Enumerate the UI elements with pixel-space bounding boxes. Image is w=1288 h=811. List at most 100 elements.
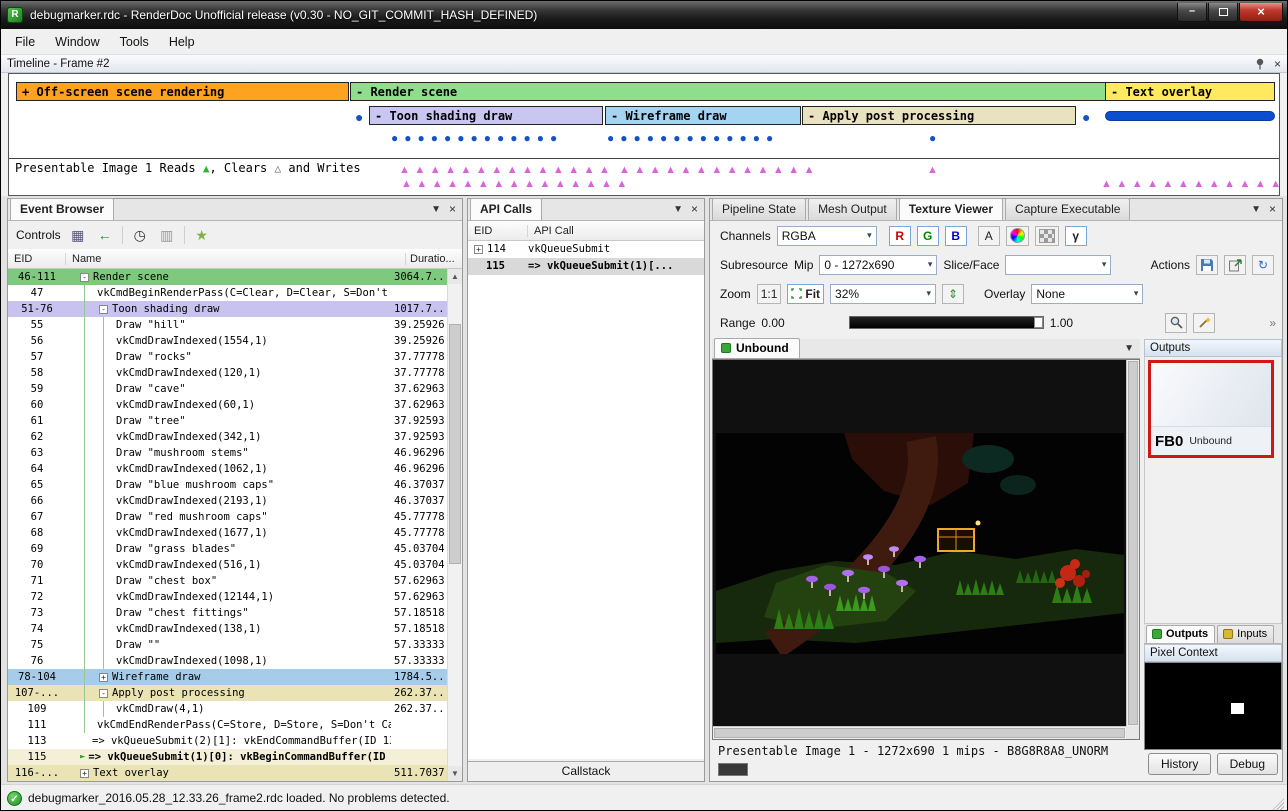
tab-outputs[interactable]: Outputs — [1146, 625, 1215, 643]
tab-mesh-output[interactable]: Mesh Output — [808, 198, 897, 220]
event-browser-scrollbar[interactable]: ▲ ▼ — [447, 269, 462, 781]
timeline-close-icon[interactable]: × — [1274, 57, 1281, 71]
event-row[interactable]: 115►=> vkQueueSubmit(1)[0]: vkBeginComma… — [8, 749, 447, 765]
texture-viewport[interactable] — [712, 359, 1140, 740]
event-row[interactable]: 76vkCmdDrawIndexed(1098,1)57.33333 — [8, 653, 447, 669]
event-row[interactable]: 111vkCmdEndRenderPass(C=Store, D=Store, … — [8, 717, 447, 733]
event-row[interactable]: 69Draw "grass blades"45.03704 — [8, 541, 447, 557]
tab-pipeline-state[interactable]: Pipeline State — [712, 198, 806, 220]
api-call-row[interactable]: 115=> vkQueueSubmit(1)[... — [468, 258, 704, 275]
scrollbar-thumb[interactable] — [449, 324, 461, 564]
timeline-event-dot[interactable]: ● — [1082, 110, 1090, 124]
menu-tools[interactable]: Tools — [110, 31, 159, 53]
event-row[interactable]: 74vkCmdDrawIndexed(138,1)57.18518 — [8, 621, 447, 637]
jump-to-eid-icon[interactable]: ← — [95, 225, 115, 245]
event-row[interactable]: 55Draw "hill"39.25926 — [8, 317, 447, 333]
timeline-draw-dots[interactable]: ●●●●●●●●●●●●● — [391, 132, 563, 144]
event-row[interactable]: 71Draw "chest box"57.62963 — [8, 573, 447, 589]
timeline-bar-render-scene[interactable]: - Render scene — [350, 82, 1107, 101]
export-button[interactable] — [1224, 255, 1246, 275]
viewer-vscrollbar[interactable] — [1126, 360, 1139, 726]
save-button[interactable] — [1196, 255, 1218, 275]
event-row[interactable]: 46-111-Render scene3064.7... — [8, 269, 447, 285]
fit-button[interactable]: Fit — [787, 284, 824, 304]
timeline-bar-wireframe[interactable]: - Wireframe draw — [605, 106, 801, 125]
channel-blue-button[interactable]: B — [945, 226, 967, 246]
event-row[interactable]: 73Draw "chest fittings"57.18518 — [8, 605, 447, 621]
channel-alpha-button[interactable]: A — [978, 226, 1000, 246]
background-checker-button[interactable] — [1035, 226, 1059, 246]
minimize-button[interactable]: – — [1177, 3, 1207, 22]
tab-inputs[interactable]: Inputs — [1217, 625, 1274, 643]
event-row[interactable]: 56vkCmdDrawIndexed(1554,1)39.25926 — [8, 333, 447, 349]
callstack-header[interactable]: Callstack — [468, 761, 704, 781]
event-row[interactable]: 113=> vkQueueSubmit(2)[1]: vkEndCommandB… — [8, 733, 447, 749]
panel-close-icon[interactable]: × — [691, 202, 698, 216]
event-row[interactable]: 47vkCmdBeginRenderPass(C=Clear, D=Clear,… — [8, 285, 447, 301]
scroll-up-icon[interactable]: ▲ — [448, 269, 462, 284]
timeline-canvas[interactable]: + Off-screen scene rendering - Render sc… — [8, 73, 1280, 196]
menu-window[interactable]: Window — [45, 31, 109, 53]
gamma-button[interactable]: γ — [1065, 226, 1087, 246]
timeline-bar-offscreen[interactable]: + Off-screen scene rendering — [16, 82, 349, 101]
event-row[interactable]: 109vkCmdDraw(4,1)262.37... — [8, 701, 447, 717]
browse-icon[interactable]: ▦ — [68, 225, 88, 245]
timeline-draw-dots[interactable]: ●●●●●●●●●●●●● — [607, 132, 779, 144]
tab-event-browser[interactable]: Event Browser — [10, 198, 114, 220]
timeline-bar-text-overlay[interactable]: - Text overlay — [1105, 82, 1275, 101]
tab-api-calls[interactable]: API Calls — [470, 198, 542, 220]
viewer-hscrollbar[interactable] — [713, 726, 1126, 739]
texture-tab-list-icon[interactable]: ▼ — [1124, 343, 1134, 354]
panel-menu-icon[interactable]: ▼ — [673, 204, 683, 215]
zoom-range-button[interactable] — [1165, 313, 1187, 333]
channels-select[interactable]: RGBA▾ — [777, 226, 877, 246]
refresh-button[interactable]: ↻ — [1252, 255, 1274, 275]
event-row[interactable]: 72vkCmdDrawIndexed(12144,1)57.62963 — [8, 589, 447, 605]
toolbar-overflow-icon[interactable]: » — [1269, 316, 1276, 330]
event-row[interactable]: 66vkCmdDrawIndexed(2193,1)46.37037 — [8, 493, 447, 509]
event-row[interactable]: 57Draw "rocks"37.77778 — [8, 349, 447, 365]
expand-collapse-icon[interactable]: + — [80, 769, 89, 778]
timeline-draw-dot[interactable]: ● — [929, 132, 942, 144]
expand-collapse-icon[interactable]: - — [99, 305, 108, 314]
event-row[interactable]: 70vkCmdDrawIndexed(516,1)45.03704 — [8, 557, 447, 573]
pin-icon[interactable] — [1255, 58, 1265, 70]
range-slider-handle[interactable] — [1034, 317, 1043, 328]
timeline-bar-toon[interactable]: - Toon shading draw — [369, 106, 603, 125]
event-row[interactable]: 116-...+Text overlay511.7037 — [8, 765, 447, 781]
menu-help[interactable]: Help — [159, 31, 205, 53]
event-row[interactable]: 63Draw "mushroom stems"46.96296 — [8, 445, 447, 461]
expand-collapse-icon[interactable]: - — [99, 689, 108, 698]
timeline-bar-post[interactable]: - Apply post processing — [802, 106, 1076, 125]
event-row[interactable]: 62vkCmdDrawIndexed(342,1)37.92593 — [8, 429, 447, 445]
channel-red-button[interactable]: R — [889, 226, 911, 246]
event-row[interactable]: 68vkCmdDrawIndexed(1677,1)45.77778 — [8, 525, 447, 541]
event-row[interactable]: 60vkCmdDrawIndexed(60,1)37.62963 — [8, 397, 447, 413]
zoom-1to1-button[interactable]: 1:1 — [757, 284, 782, 304]
expand-collapse-icon[interactable]: + — [474, 245, 483, 254]
event-row[interactable]: 64vkCmdDrawIndexed(1062,1)46.96296 — [8, 461, 447, 477]
bookmark-icon[interactable]: ★ — [192, 225, 212, 245]
event-row[interactable]: 75Draw ""57.33333 — [8, 637, 447, 653]
flip-y-button[interactable]: ⇕ — [942, 284, 964, 304]
range-slider[interactable] — [849, 316, 1044, 329]
texture-tab-unbound[interactable]: Unbound — [714, 338, 800, 358]
maximize-button[interactable] — [1208, 3, 1238, 22]
menu-file[interactable]: File — [5, 31, 45, 53]
autofit-button[interactable] — [1193, 313, 1215, 333]
scrollbar-thumb[interactable] — [1128, 361, 1138, 725]
pixel-context-view[interactable] — [1144, 662, 1282, 750]
event-row[interactable]: 58vkCmdDrawIndexed(120,1)37.77778 — [8, 365, 447, 381]
panel-menu-icon[interactable]: ▼ — [431, 204, 441, 215]
fb0-thumbnail[interactable]: FB0 Unbound — [1148, 360, 1274, 458]
tab-texture-viewer[interactable]: Texture Viewer — [899, 198, 1003, 220]
statistics-icon[interactable]: ▥ — [157, 225, 177, 245]
tab-capture-executable[interactable]: Capture Executable — [1005, 198, 1130, 220]
expand-collapse-icon[interactable]: + — [99, 673, 108, 682]
event-row[interactable]: 107-...-Apply post processing262.37... — [8, 685, 447, 701]
api-call-row[interactable]: +114vkQueueSubmit — [468, 241, 704, 258]
event-row[interactable]: 78-104+Wireframe draw1784.5... — [8, 669, 447, 685]
sliceface-select[interactable]: ▾ — [1005, 255, 1111, 275]
timeline-events-capsule[interactable] — [1105, 111, 1275, 121]
panel-close-icon[interactable]: × — [1269, 202, 1276, 216]
